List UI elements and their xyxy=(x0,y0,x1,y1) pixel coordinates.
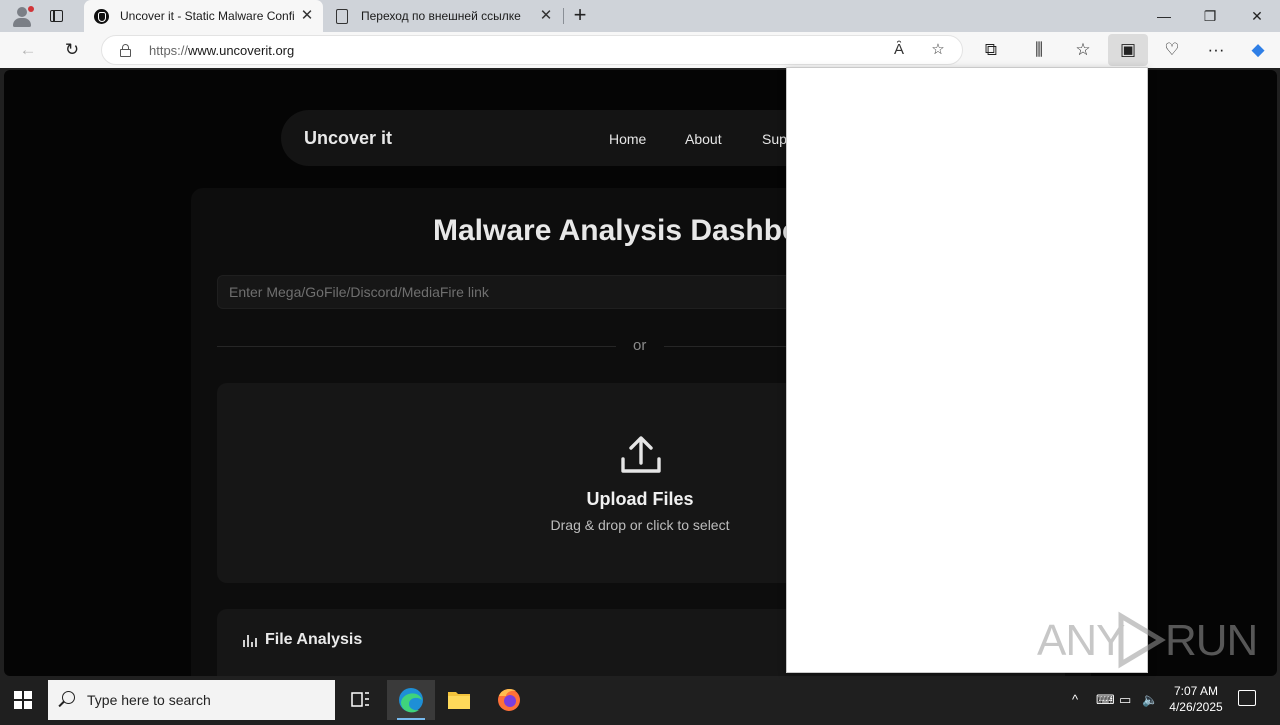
favorites-icon[interactable]: ☆ xyxy=(1069,38,1097,62)
clock-time: 7:07 AM xyxy=(1173,684,1219,698)
clock-date: 4/26/2025 xyxy=(1169,700,1223,714)
nav-support[interactable]: Sup xyxy=(762,131,787,147)
close-tab-icon[interactable]: ✕ xyxy=(299,8,315,24)
firefox-button[interactable] xyxy=(485,680,533,720)
tab-title: Uncover it - Static Malware Confi xyxy=(120,9,295,23)
volume-icon[interactable]: 🔈 xyxy=(1142,692,1158,708)
taskbar-clock[interactable]: 7:07 AM 4/26/2025 xyxy=(1163,683,1229,715)
anyrun-watermark: ANY RUN xyxy=(1037,608,1258,672)
address-bar[interactable]: https://www.uncoverit.org Ȃ ☆ xyxy=(101,35,963,65)
close-tab-icon[interactable]: ✕ xyxy=(538,8,554,24)
close-window-button[interactable]: ✕ xyxy=(1234,0,1280,32)
tab-title: Переход по внешней ссылке xyxy=(361,9,521,23)
upload-icon xyxy=(621,436,661,473)
search-icon xyxy=(62,691,75,704)
edge-icon xyxy=(399,688,423,713)
firefox-icon xyxy=(498,688,520,711)
lock-icon[interactable] xyxy=(120,44,131,57)
tab-external-link[interactable]: Переход по внешней ссылке ✕ xyxy=(325,0,562,32)
file-explorer-button[interactable] xyxy=(435,680,483,720)
minimize-button[interactable]: — xyxy=(1141,0,1187,32)
tab-uncoverit[interactable]: Uncover it - Static Malware Confi ✕ xyxy=(84,0,323,32)
search-placeholder: Type here to search xyxy=(87,692,211,708)
nav-about[interactable]: About xyxy=(685,131,722,147)
notification-icon[interactable] xyxy=(1238,690,1256,706)
favorite-star-icon[interactable]: ☆ xyxy=(927,40,949,60)
collections-flyout[interactable] xyxy=(786,67,1148,673)
browser-toolbar: ← ↻ https://www.uncoverit.org Ȃ ☆ ⧉ ⫼ ☆… xyxy=(0,32,1280,68)
taskbar: Type here to search ^ ⌨ ▭ 🔈 7:07 AM 4/26… xyxy=(0,680,1280,720)
file-analysis-title: File Analysis xyxy=(265,631,363,648)
split-screen-icon[interactable]: ⫼ xyxy=(1025,38,1053,62)
profile-icon[interactable] xyxy=(10,5,34,27)
task-view-icon xyxy=(351,692,369,707)
play-logo-icon xyxy=(1118,611,1166,669)
more-menu-icon[interactable]: ··· xyxy=(1202,38,1230,62)
taskbar-search[interactable]: Type here to search xyxy=(48,680,335,720)
meet-now-icon[interactable]: ⌨ xyxy=(1096,692,1115,708)
folder-icon xyxy=(448,692,470,709)
site-brand[interactable]: Uncover it xyxy=(304,128,392,149)
nav-home[interactable]: Home xyxy=(609,131,646,147)
windows-start-icon[interactable] xyxy=(14,691,32,709)
network-icon[interactable]: ▭ xyxy=(1119,692,1131,708)
performance-icon[interactable]: ♡ xyxy=(1158,38,1186,62)
task-view-button[interactable] xyxy=(336,680,384,720)
bar-chart-icon xyxy=(243,635,257,647)
edge-taskbar-button[interactable] xyxy=(387,680,435,720)
divider-text: or xyxy=(633,337,647,354)
page-icon xyxy=(336,9,348,24)
tab-separator xyxy=(563,8,564,24)
new-tab-button[interactable]: + xyxy=(569,4,591,26)
title-bar: Uncover it - Static Malware Confi ✕ Пере… xyxy=(0,0,1280,32)
shield-icon xyxy=(94,9,109,24)
copilot-icon[interactable]: ◆ xyxy=(1244,38,1272,62)
url-text[interactable]: https://www.uncoverit.org xyxy=(149,43,294,58)
divider-line xyxy=(217,346,616,347)
extensions-icon[interactable]: ⧉ xyxy=(977,38,1005,62)
refresh-icon[interactable]: ↻ xyxy=(58,38,86,62)
back-icon[interactable]: ← xyxy=(14,38,42,62)
collections-icon[interactable]: ▣ xyxy=(1114,38,1142,62)
tray-chevron-icon[interactable]: ^ xyxy=(1072,692,1078,707)
tab-actions-icon[interactable] xyxy=(48,8,64,24)
read-aloud-icon[interactable]: Ȃ xyxy=(888,40,910,60)
maximize-button[interactable]: ❐ xyxy=(1187,0,1233,32)
